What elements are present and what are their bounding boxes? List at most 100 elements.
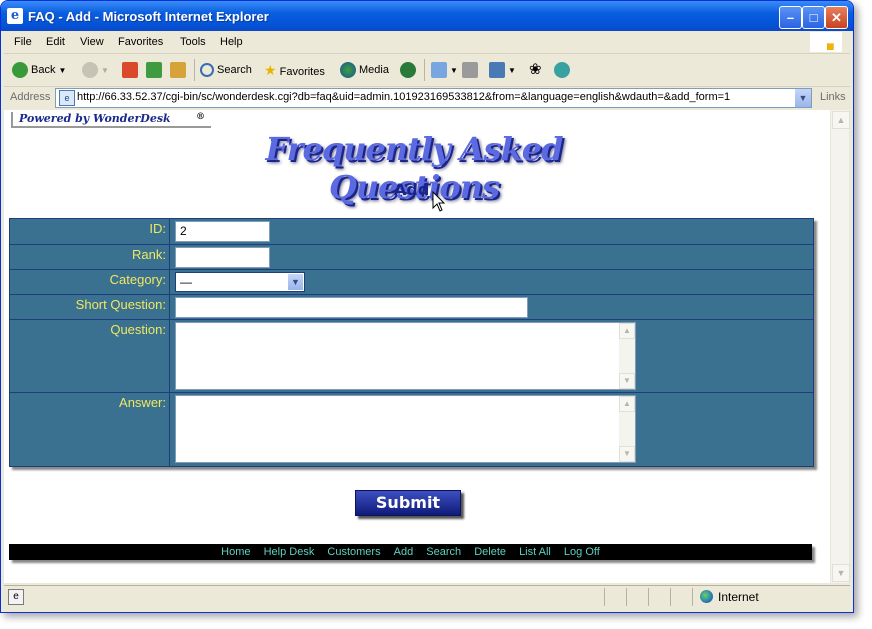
menu-help[interactable]: Help	[220, 36, 243, 48]
menu-view[interactable]: View	[80, 36, 104, 48]
category-selected-value: —	[180, 275, 192, 289]
forward-button[interactable]: ▼	[82, 60, 109, 80]
mail-icon	[431, 62, 447, 79]
ie-logo-icon: e	[7, 8, 23, 24]
favorites-button[interactable]: ★ Favorites	[264, 60, 325, 80]
toolbar-separator	[194, 59, 195, 81]
window-title: FAQ - Add - Microsoft Internet Explorer	[28, 9, 269, 24]
media-icon	[340, 62, 356, 79]
id-label: ID:	[10, 219, 170, 244]
answer-label: Answer:	[10, 393, 170, 467]
scroll-down-icon[interactable]: ▼	[619, 446, 635, 462]
scroll-down-icon[interactable]: ▼	[832, 564, 850, 582]
mail-button[interactable]: ▼	[431, 60, 458, 80]
maximize-button[interactable]: □	[802, 6, 825, 29]
close-button[interactable]: ✕	[825, 6, 848, 29]
page-icon: e	[59, 90, 75, 106]
footer-link-add[interactable]: Add	[394, 546, 414, 558]
footer-link-home[interactable]: Home	[221, 546, 250, 558]
footer-link-search[interactable]: Search	[426, 546, 461, 558]
stop-button[interactable]	[122, 60, 141, 80]
status-divider	[670, 588, 671, 606]
footer-link-customers[interactable]: Customers	[327, 546, 380, 558]
minimize-button[interactable]: –	[779, 6, 802, 29]
menu-favorites[interactable]: Favorites	[118, 36, 163, 48]
question-textarea[interactable]: ▲ ▼	[175, 322, 636, 390]
scroll-up-icon[interactable]: ▲	[619, 396, 635, 412]
menu-edit[interactable]: Edit	[46, 36, 65, 48]
home-icon	[170, 62, 186, 79]
address-dropdown-button[interactable]: ▼	[795, 89, 811, 107]
menu-bar: File Edit View Favorites Tools Help ▪ ▪ ▪ ▪	[4, 31, 850, 54]
submit-button[interactable]: Submit	[355, 490, 461, 516]
rank-field[interactable]	[175, 247, 270, 268]
footer-link-log-off[interactable]: Log Off	[564, 546, 600, 558]
home-button[interactable]	[170, 60, 189, 80]
page-scrollbar[interactable]: ▲ ▼	[830, 110, 850, 583]
refresh-button[interactable]	[146, 60, 165, 80]
footer-link-list-all[interactable]: List All	[519, 546, 551, 558]
powered-by-text: Powered by WonderDesk	[19, 112, 171, 125]
footer-link-help-desk[interactable]: Help Desk	[264, 546, 315, 558]
short-question-label: Short Question:	[10, 295, 170, 320]
windows-logo-icon: ▪ ▪ ▪ ▪	[810, 32, 842, 54]
footer-nav: Home Help Desk Customers Add Search Dele…	[9, 544, 812, 560]
address-url[interactable]: http://66.33.52.37/cgi-bin/sc/wonderdesk…	[77, 91, 730, 103]
menu-file[interactable]: File	[14, 36, 32, 48]
title-bar: e FAQ - Add - Microsoft Internet Explore…	[1, 1, 853, 31]
address-label: Address	[10, 91, 51, 103]
menu-tools[interactable]: Tools	[180, 36, 206, 48]
status-divider	[692, 588, 693, 606]
footer-link-delete[interactable]: Delete	[474, 546, 506, 558]
textarea-scrollbar[interactable]: ▲ ▼	[619, 396, 635, 462]
textarea-scrollbar[interactable]: ▲ ▼	[619, 323, 635, 389]
search-button[interactable]: Search	[200, 60, 252, 80]
edit-icon	[489, 62, 505, 79]
back-label: Back	[31, 64, 56, 76]
category-select[interactable]: — ▼	[175, 272, 305, 292]
history-button[interactable]	[400, 60, 419, 80]
registered-mark: ®	[196, 112, 205, 122]
star-icon: ★	[264, 62, 277, 78]
messenger-button[interactable]	[554, 60, 573, 80]
discuss-button[interactable]: ❀	[529, 60, 542, 80]
favorites-label: Favorites	[279, 66, 325, 78]
status-divider	[648, 588, 649, 606]
search-label: Search	[217, 64, 252, 76]
scroll-up-icon[interactable]: ▲	[619, 323, 635, 339]
faq-add-form: ID: 2 Rank: Category: — ▼ Short Question…	[9, 218, 814, 467]
globe-icon	[700, 590, 713, 603]
powered-by-banner[interactable]: Powered by WonderDesk ®	[11, 112, 211, 128]
links-button[interactable]: Links	[820, 91, 846, 103]
scroll-down-icon[interactable]: ▼	[619, 373, 635, 389]
form-row-rank: Rank:	[10, 244, 813, 270]
refresh-icon	[146, 62, 162, 79]
print-button[interactable]	[462, 60, 481, 80]
browser-window: e FAQ - Add - Microsoft Internet Explore…	[0, 0, 854, 613]
search-icon	[200, 63, 214, 78]
stop-icon	[122, 62, 138, 79]
page-status-icon: e	[8, 589, 24, 605]
form-row-answer: Answer: ▲ ▼	[10, 392, 813, 467]
form-row-id: ID: 2	[10, 219, 813, 244]
rank-label: Rank:	[10, 245, 170, 270]
short-question-field[interactable]	[175, 297, 528, 318]
mouse-cursor-icon	[432, 191, 446, 212]
category-label: Category:	[10, 270, 170, 295]
toolbar-separator	[424, 59, 425, 81]
back-button[interactable]: Back ▼	[12, 60, 66, 80]
address-input[interactable]: e http://66.33.52.37/cgi-bin/sc/wonderde…	[55, 88, 812, 108]
scroll-up-icon[interactable]: ▲	[832, 111, 850, 129]
page-content: Powered by WonderDesk ® Frequently Asked…	[4, 110, 830, 583]
chevron-down-icon[interactable]: ▼	[288, 274, 303, 290]
edit-button[interactable]: ▼	[489, 60, 516, 80]
form-row-short-question: Short Question:	[10, 294, 813, 320]
history-icon	[400, 62, 416, 79]
id-field[interactable]: 2	[175, 221, 270, 242]
address-bar: Address e http://66.33.52.37/cgi-bin/sc/…	[4, 87, 850, 109]
answer-textarea[interactable]: ▲ ▼	[175, 395, 636, 463]
form-row-question: Question: ▲ ▼	[10, 319, 813, 393]
page-subtitle: Add	[394, 180, 430, 199]
media-button[interactable]: Media	[340, 60, 389, 80]
media-label: Media	[359, 64, 389, 76]
